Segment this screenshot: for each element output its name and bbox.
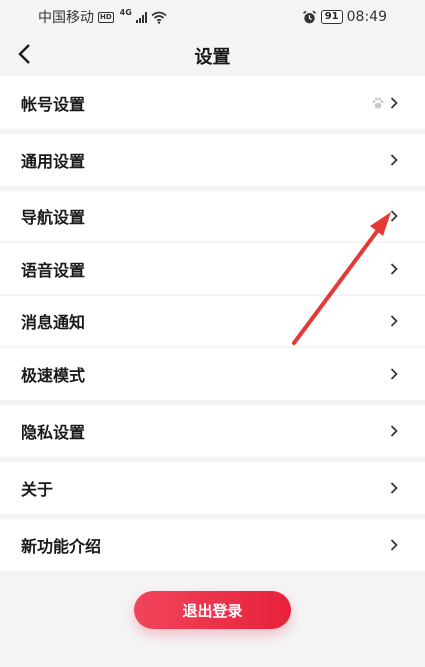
chevron-right-icon <box>390 154 398 166</box>
menu-item-label: 通用设置 <box>21 152 86 171</box>
menu-item-privacy-settings[interactable]: 隐私设置 <box>0 405 425 457</box>
status-right: 91 08:49 <box>302 9 387 25</box>
chevron-right-icon <box>390 96 398 109</box>
status-left: 中国移动 HD 4G <box>38 7 167 27</box>
alarm-clock-icon <box>302 10 316 23</box>
menu-item-voice-settings[interactable]: 语音设置 <box>0 243 425 294</box>
menu-item-navigation-settings[interactable]: 导航设置 <box>0 191 425 241</box>
paw-icon <box>372 97 384 108</box>
menu-item-label: 帐号设置 <box>21 94 86 114</box>
status-bar: 中国移动 HD 4G 91 08:49 <box>0 0 425 34</box>
menu-item-label: 关于 <box>21 480 54 499</box>
logout-button[interactable]: 退出登录 <box>134 591 291 629</box>
chevron-right-icon <box>390 539 398 551</box>
menu-item-right <box>371 96 399 110</box>
menu-item-whats-new[interactable]: 新功能介绍 <box>0 519 425 571</box>
network-type: 4G <box>119 7 132 17</box>
menu-item-notifications[interactable]: 消息通知 <box>0 296 425 346</box>
hd-badge: HD <box>98 11 114 23</box>
chevron-right-icon <box>390 482 398 494</box>
nav-bar: 设置 <box>0 34 425 76</box>
menu-item-fast-mode[interactable]: 极速模式 <box>0 348 425 400</box>
signal-icon <box>135 11 147 23</box>
clock-time: 08:49 <box>346 9 387 25</box>
carrier-name: 中国移动 <box>38 10 94 26</box>
chevron-right-icon <box>390 210 398 222</box>
menu-item-label: 隐私设置 <box>21 423 86 442</box>
page-title: 设置 <box>194 47 231 68</box>
chevron-right-icon <box>390 425 398 437</box>
wifi-icon <box>151 11 167 24</box>
menu-item-label: 语音设置 <box>21 260 86 280</box>
chevron-right-icon <box>390 262 398 275</box>
battery-indicator: 91 <box>320 10 343 24</box>
menu-item-about[interactable]: 关于 <box>0 462 425 514</box>
menu-item-label: 新功能介绍 <box>21 537 102 556</box>
menu-item-label: 极速模式 <box>21 366 86 385</box>
menu-item-account-settings[interactable]: 帐号设置 <box>0 76 425 129</box>
menu-item-general-settings[interactable]: 通用设置 <box>0 134 425 186</box>
chevron-right-icon <box>390 368 398 380</box>
chevron-right-icon <box>390 315 398 327</box>
menu-item-label: 消息通知 <box>21 313 86 332</box>
menu-item-label: 导航设置 <box>21 208 86 227</box>
